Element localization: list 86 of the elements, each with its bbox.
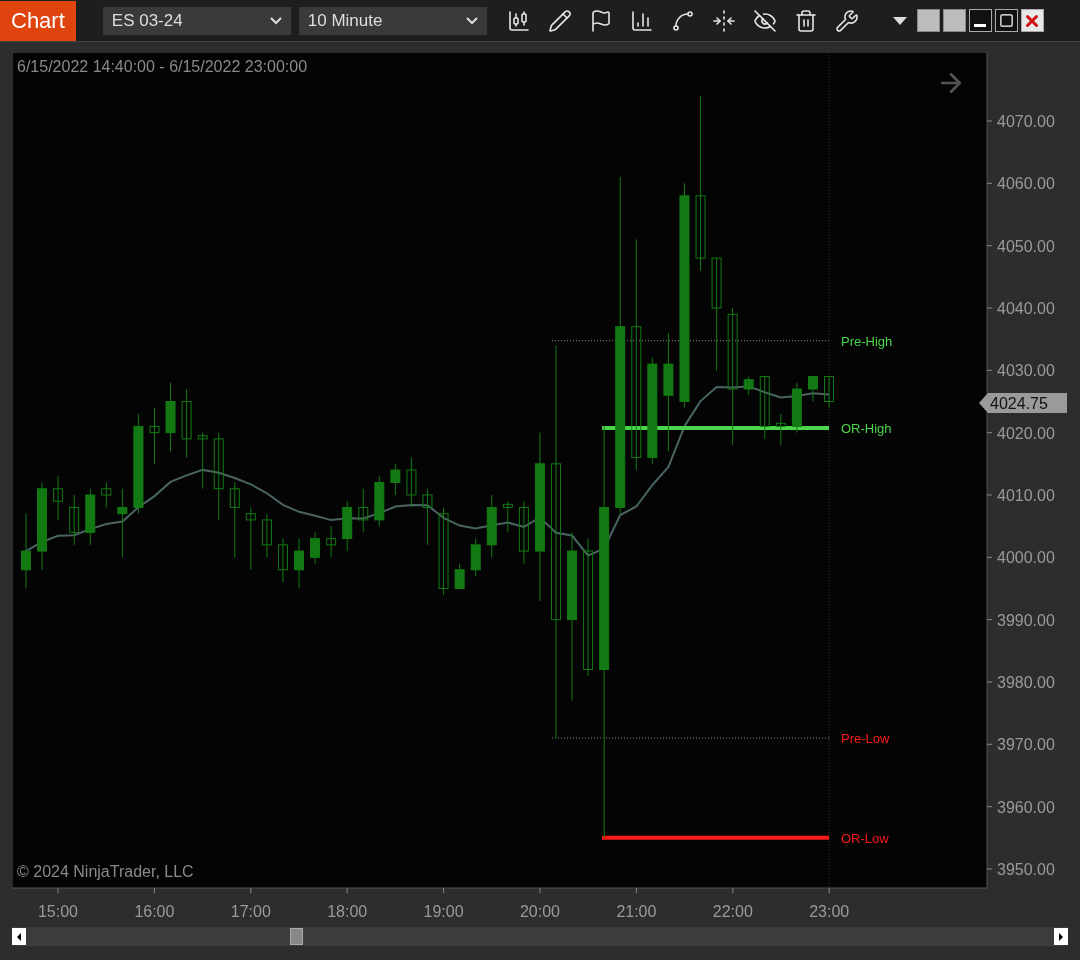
time-label: 17:00 [230, 903, 271, 920]
candlestick [422, 488, 433, 546]
time-label: 22:00 [712, 903, 753, 920]
candlestick-icon[interactable] [506, 8, 531, 33]
candlestick [743, 376, 754, 396]
time-label: 18:00 [327, 903, 368, 920]
scroll-left-button[interactable] [12, 928, 26, 945]
price-label: 4050.00 [997, 237, 1055, 255]
price-label: 4000.00 [997, 549, 1055, 567]
candlestick [197, 432, 208, 490]
trash-icon[interactable] [793, 8, 818, 33]
candlestick [277, 538, 288, 583]
candlestick [69, 494, 80, 546]
candlestick [486, 494, 497, 558]
time-label: 16:00 [134, 903, 175, 920]
candlestick [358, 488, 369, 533]
time-label: 15:00 [38, 903, 78, 920]
candlestick [775, 413, 786, 446]
candlestick [824, 376, 834, 409]
maximize-button[interactable] [994, 9, 1018, 32]
minimize-icon [974, 24, 987, 27]
price-label: 3990.00 [997, 611, 1055, 629]
close-button[interactable] [1020, 9, 1044, 32]
candlestick [342, 500, 353, 552]
interval-dropdown[interactable]: 10 Minute [298, 6, 487, 35]
candlestick [101, 482, 112, 508]
candlestick [149, 407, 160, 465]
wrench-icon[interactable] [834, 8, 859, 33]
copyright: © 2024 NinjaTrader, LLC [17, 863, 194, 880]
level-label: Pre-High [841, 333, 893, 349]
pencil-icon[interactable] [547, 8, 572, 33]
candlestick [181, 388, 192, 459]
price-label: 4020.00 [997, 424, 1055, 442]
candlestick [759, 376, 770, 440]
candlestick [261, 513, 272, 558]
date-range: 6/15/2022 14:40:00 - 6/15/2022 23:00:00 [17, 58, 308, 75]
chevron-down-icon [465, 16, 478, 25]
price-label: 4040.00 [997, 300, 1055, 317]
candlestick [85, 488, 96, 546]
price-label: 3950.00 [997, 860, 1055, 878]
time-label: 23:00 [809, 903, 850, 920]
candlestick [390, 463, 401, 496]
candlestick [294, 538, 304, 589]
level-label: OR-Low [841, 830, 889, 846]
candlestick [518, 500, 529, 565]
candlestick [807, 376, 818, 402]
level-label: OR-High [841, 421, 892, 436]
price-label: 4030.00 [997, 362, 1055, 380]
time-label: 20:00 [520, 903, 560, 920]
window-button[interactable] [916, 9, 940, 32]
candlestick [374, 475, 385, 527]
candlestick [470, 538, 481, 577]
scroll-right-button[interactable] [1054, 928, 1068, 945]
candlestick [406, 457, 417, 508]
time-label: 19:00 [423, 903, 464, 920]
split-icon[interactable] [711, 8, 736, 33]
eye-off-icon[interactable] [752, 8, 777, 33]
candlestick [791, 382, 802, 434]
chevron-down-icon [269, 16, 282, 25]
candlestick [502, 500, 513, 533]
price-label: 4060.00 [997, 175, 1055, 193]
candlestick [326, 525, 337, 558]
candlestick [53, 475, 64, 521]
price-label: 4010.00 [997, 487, 1055, 504]
price-label: 3960.00 [997, 798, 1055, 816]
price-label: 3980.00 [997, 673, 1055, 691]
price-label: 3970.00 [997, 736, 1055, 754]
level-label: Pre-Low [841, 731, 890, 747]
candlestick [454, 563, 465, 589]
scroll-thumb[interactable] [290, 928, 303, 945]
arrow-right-icon[interactable] [941, 73, 961, 93]
bar-chart-icon[interactable] [629, 8, 654, 33]
time-label: 21:00 [616, 903, 657, 920]
window-button[interactable] [942, 9, 966, 32]
minimize-button[interactable] [968, 9, 992, 32]
line-chart-icon[interactable] [670, 8, 695, 33]
candlestick [165, 382, 176, 452]
instrument-dropdown[interactable]: ES 03-24 [102, 6, 291, 35]
price-label: 4070.00 [997, 113, 1055, 130]
last-price-tag: 4024.75 [979, 393, 1067, 414]
candlestick [310, 531, 321, 565]
candlestick [245, 506, 256, 571]
maximize-icon [998, 13, 1014, 28]
app-label: Chart [0, 0, 76, 41]
candlestick [117, 488, 128, 558]
caret-icon[interactable] [892, 16, 907, 25]
